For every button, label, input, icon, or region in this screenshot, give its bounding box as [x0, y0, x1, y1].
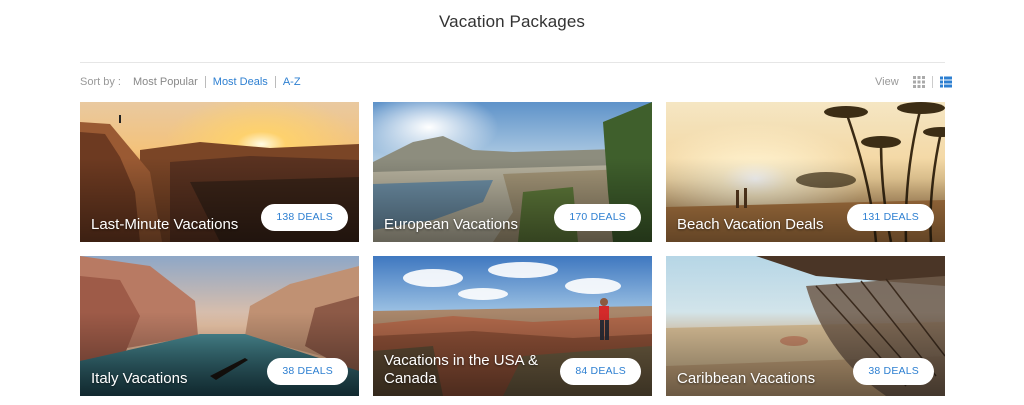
card-title: Vacations in the USA & Canada	[384, 352, 538, 387]
list-icon	[939, 76, 952, 88]
sort-separator	[204, 76, 206, 88]
destination-card[interactable]: Vacations in the USA & Canada 84 DEALS	[373, 256, 652, 396]
page-title: Vacation Packages	[439, 12, 585, 31]
destination-card[interactable]: Italy Vacations 38 DEALS	[80, 256, 359, 396]
sort-bar: Sort by : Most Popular Most Deals A-Z	[80, 74, 301, 90]
deals-button[interactable]: 170 DEALS	[554, 204, 641, 231]
deals-button[interactable]: 138 DEALS	[261, 204, 348, 231]
deals-button[interactable]: 38 DEALS	[853, 358, 934, 385]
header-divider	[80, 62, 945, 63]
sort-option-most-popular[interactable]: Most Popular	[133, 76, 198, 88]
card-title: Last-Minute Vacations	[91, 216, 239, 233]
deals-button[interactable]: 84 DEALS	[560, 358, 641, 385]
destination-card[interactable]: Beach Vacation Deals 131 DEALS	[666, 102, 945, 242]
card-title: Beach Vacation Deals	[677, 216, 824, 233]
destination-card[interactable]: Caribbean Vacations 38 DEALS	[666, 256, 945, 396]
list-view-button[interactable]	[939, 76, 952, 88]
deals-button[interactable]: 38 DEALS	[267, 358, 348, 385]
view-toggle: View	[875, 74, 952, 90]
sort-separator	[274, 76, 276, 88]
destination-grid: Last-Minute Vacations 138 DEALS European…	[80, 102, 945, 396]
destination-card[interactable]: European Vacations 170 DEALS	[373, 102, 652, 242]
grid-icon	[912, 76, 925, 88]
sort-option-most-deals[interactable]: Most Deals	[213, 76, 268, 88]
destination-card[interactable]: Last-Minute Vacations 138 DEALS	[80, 102, 359, 242]
sort-option-a-z[interactable]: A-Z	[283, 76, 301, 88]
deals-button[interactable]: 131 DEALS	[847, 204, 934, 231]
card-title: Caribbean Vacations	[677, 370, 816, 387]
card-title: European Vacations	[384, 216, 518, 233]
view-separator	[931, 76, 933, 88]
sort-label: Sort by :	[80, 76, 121, 88]
grid-view-button[interactable]	[912, 76, 925, 88]
view-label: View	[875, 76, 899, 88]
card-title: Italy Vacations	[91, 370, 188, 387]
